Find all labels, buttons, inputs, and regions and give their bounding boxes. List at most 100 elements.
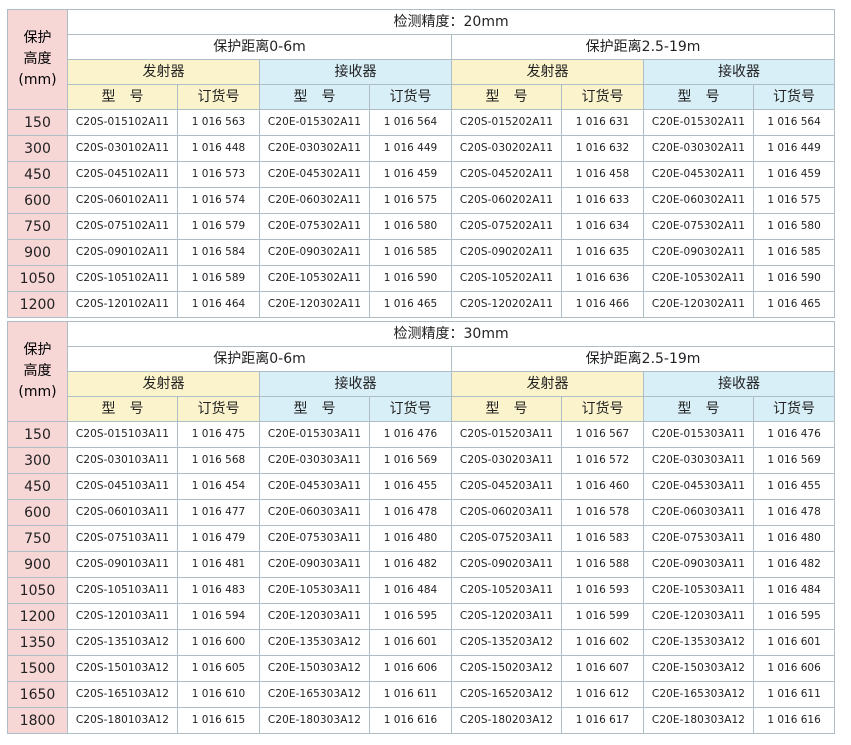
emitter-model-cell: C20S-120202A11 bbox=[451, 291, 562, 318]
table-row: 1650 C20S-165103A12 1 016 610 C20E-165303A1… bbox=[7, 681, 836, 708]
receiver-order-cell: 1 016 484 bbox=[752, 577, 836, 604]
emitter-model-cell: C20S-165203A12 bbox=[451, 681, 562, 708]
emitter-order-cell: 1 016 573 bbox=[177, 161, 260, 188]
height-cell: 300 bbox=[7, 135, 68, 162]
table-row: 1800 C20S-180103A12 1 016 615 C20E-180303A1… bbox=[7, 707, 836, 734]
receiver-model-cell: C20E-090302A11 bbox=[259, 239, 370, 266]
emitter-order-cell: 1 016 567 bbox=[561, 421, 644, 448]
order-no-header: 订货号 bbox=[561, 396, 644, 422]
receiver-order-cell: 1 016 459 bbox=[369, 161, 452, 188]
height-cell: 1050 bbox=[7, 577, 68, 604]
table-row: 900 C20S-090102A11 1 016 584 C20E-090302A11… bbox=[7, 239, 836, 266]
receiver-order-cell: 1 016 480 bbox=[369, 525, 452, 552]
receiver-model-cell: C20E-135303A12 bbox=[643, 629, 754, 656]
model-header: 型 号 bbox=[451, 396, 562, 422]
height-cell: 1350 bbox=[7, 629, 68, 656]
range-label: 保护距离2.5-19m bbox=[450, 346, 836, 372]
receiver-model-cell: C20E-075302A11 bbox=[259, 213, 370, 240]
receiver-order-cell: 1 016 606 bbox=[369, 655, 452, 682]
emitter-order-cell: 1 016 634 bbox=[561, 213, 644, 240]
receiver-order-cell: 1 016 590 bbox=[369, 265, 452, 292]
precision-row: 保护 高度 (mm) 检测精度：30mm bbox=[7, 321, 836, 422]
receiver-header: 接收器 bbox=[642, 371, 836, 397]
height-cell: 150 bbox=[7, 421, 68, 448]
emitter-order-cell: 1 016 475 bbox=[177, 421, 260, 448]
emitter-model-cell: C20S-120102A11 bbox=[67, 291, 178, 318]
device-row: 发射器 接收器 发射器 接收器 bbox=[8, 371, 836, 397]
emitter-order-cell: 1 016 615 bbox=[177, 707, 260, 734]
emitter-order-cell: 1 016 599 bbox=[561, 603, 644, 630]
emitter-order-cell: 1 016 605 bbox=[177, 655, 260, 682]
receiver-model-cell: C20E-030303A11 bbox=[259, 447, 370, 474]
height-cell: 1650 bbox=[7, 681, 68, 708]
receiver-model-cell: C20E-090302A11 bbox=[643, 239, 754, 266]
receiver-order-cell: 1 016 465 bbox=[369, 291, 452, 318]
receiver-order-cell: 1 016 616 bbox=[752, 707, 836, 734]
receiver-model-cell: C20E-120303A11 bbox=[643, 603, 754, 630]
emitter-order-cell: 1 016 635 bbox=[561, 239, 644, 266]
emitter-order-cell: 1 016 607 bbox=[561, 655, 644, 682]
table-row: 1200 C20S-120103A11 1 016 594 C20E-120303A1… bbox=[7, 603, 836, 630]
emitter-order-cell: 1 016 632 bbox=[561, 135, 644, 162]
receiver-order-cell: 1 016 611 bbox=[369, 681, 452, 708]
receiver-model-cell: C20E-180303A12 bbox=[643, 707, 754, 734]
receiver-order-cell: 1 016 478 bbox=[752, 499, 836, 526]
height-cell: 450 bbox=[7, 161, 68, 188]
receiver-model-cell: C20E-060303A11 bbox=[643, 499, 754, 526]
model-header: 型 号 bbox=[67, 84, 178, 110]
height-cell: 900 bbox=[7, 239, 68, 266]
receiver-model-cell: C20E-150303A12 bbox=[259, 655, 370, 682]
model-header: 型 号 bbox=[259, 396, 370, 422]
receiver-model-cell: C20E-045302A11 bbox=[643, 161, 754, 188]
emitter-order-cell: 1 016 448 bbox=[177, 135, 260, 162]
receiver-model-cell: C20E-105303A11 bbox=[643, 577, 754, 604]
emitter-order-cell: 1 016 483 bbox=[177, 577, 260, 604]
receiver-order-cell: 1 016 480 bbox=[752, 525, 836, 552]
emitter-order-cell: 1 016 466 bbox=[561, 291, 644, 318]
emitter-order-cell: 1 016 460 bbox=[561, 473, 644, 500]
emitter-order-cell: 1 016 600 bbox=[177, 629, 260, 656]
height-cell: 450 bbox=[7, 473, 68, 500]
height-cell: 1200 bbox=[7, 291, 68, 318]
receiver-model-cell: C20E-105302A11 bbox=[259, 265, 370, 292]
receiver-order-cell: 1 016 564 bbox=[369, 109, 452, 136]
receiver-order-cell: 1 016 601 bbox=[752, 629, 836, 656]
emitter-model-cell: C20S-165103A12 bbox=[67, 681, 178, 708]
order-no-header: 订货号 bbox=[752, 84, 836, 110]
receiver-order-cell: 1 016 569 bbox=[752, 447, 836, 474]
emitter-order-cell: 1 016 481 bbox=[177, 551, 260, 578]
emitter-model-cell: C20S-135203A12 bbox=[451, 629, 562, 656]
emitter-model-cell: C20S-060102A11 bbox=[67, 187, 178, 214]
emitter-header: 发射器 bbox=[451, 371, 644, 397]
emitter-order-cell: 1 016 617 bbox=[561, 707, 644, 734]
receiver-model-cell: C20E-045303A11 bbox=[643, 473, 754, 500]
emitter-model-cell: C20S-030102A11 bbox=[67, 135, 178, 162]
table-row: 600 C20S-060102A11 1 016 574 C20E-060302A11… bbox=[7, 187, 836, 214]
receiver-model-cell: C20E-150303A12 bbox=[643, 655, 754, 682]
receiver-model-cell: C20E-060302A11 bbox=[259, 187, 370, 214]
column-header-row: 型 号订货号型 号订货号型 号订货号型 号订货号 bbox=[8, 84, 836, 110]
emitter-header: 发射器 bbox=[67, 59, 260, 85]
emitter-model-cell: C20S-105202A11 bbox=[451, 265, 562, 292]
receiver-order-cell: 1 016 601 bbox=[369, 629, 452, 656]
emitter-model-cell: C20S-090203A11 bbox=[451, 551, 562, 578]
emitter-model-cell: C20S-075103A11 bbox=[67, 525, 178, 552]
receiver-order-cell: 1 016 611 bbox=[752, 681, 836, 708]
emitter-order-cell: 1 016 593 bbox=[561, 577, 644, 604]
receiver-model-cell: C20E-180303A12 bbox=[259, 707, 370, 734]
receiver-order-cell: 1 016 606 bbox=[752, 655, 836, 682]
emitter-model-cell: C20S-060103A11 bbox=[67, 499, 178, 526]
receiver-model-cell: C20E-030302A11 bbox=[643, 135, 754, 162]
table-row: 450 C20S-045102A11 1 016 573 C20E-045302A11… bbox=[7, 161, 836, 188]
emitter-order-cell: 1 016 633 bbox=[561, 187, 644, 214]
table-row: 750 C20S-075103A11 1 016 479 C20E-075303A11… bbox=[7, 525, 836, 552]
table-row: 150 C20S-015103A11 1 016 475 C20E-015303A11… bbox=[7, 421, 836, 448]
table-row: 1050 C20S-105103A11 1 016 483 C20E-105303A1… bbox=[7, 577, 836, 604]
emitter-order-cell: 1 016 568 bbox=[177, 447, 260, 474]
height-cell: 1200 bbox=[7, 603, 68, 630]
receiver-model-cell: C20E-135303A12 bbox=[259, 629, 370, 656]
receiver-model-cell: C20E-105302A11 bbox=[643, 265, 754, 292]
receiver-order-cell: 1 016 575 bbox=[369, 187, 452, 214]
height-cell: 750 bbox=[7, 213, 68, 240]
receiver-model-cell: C20E-030303A11 bbox=[643, 447, 754, 474]
